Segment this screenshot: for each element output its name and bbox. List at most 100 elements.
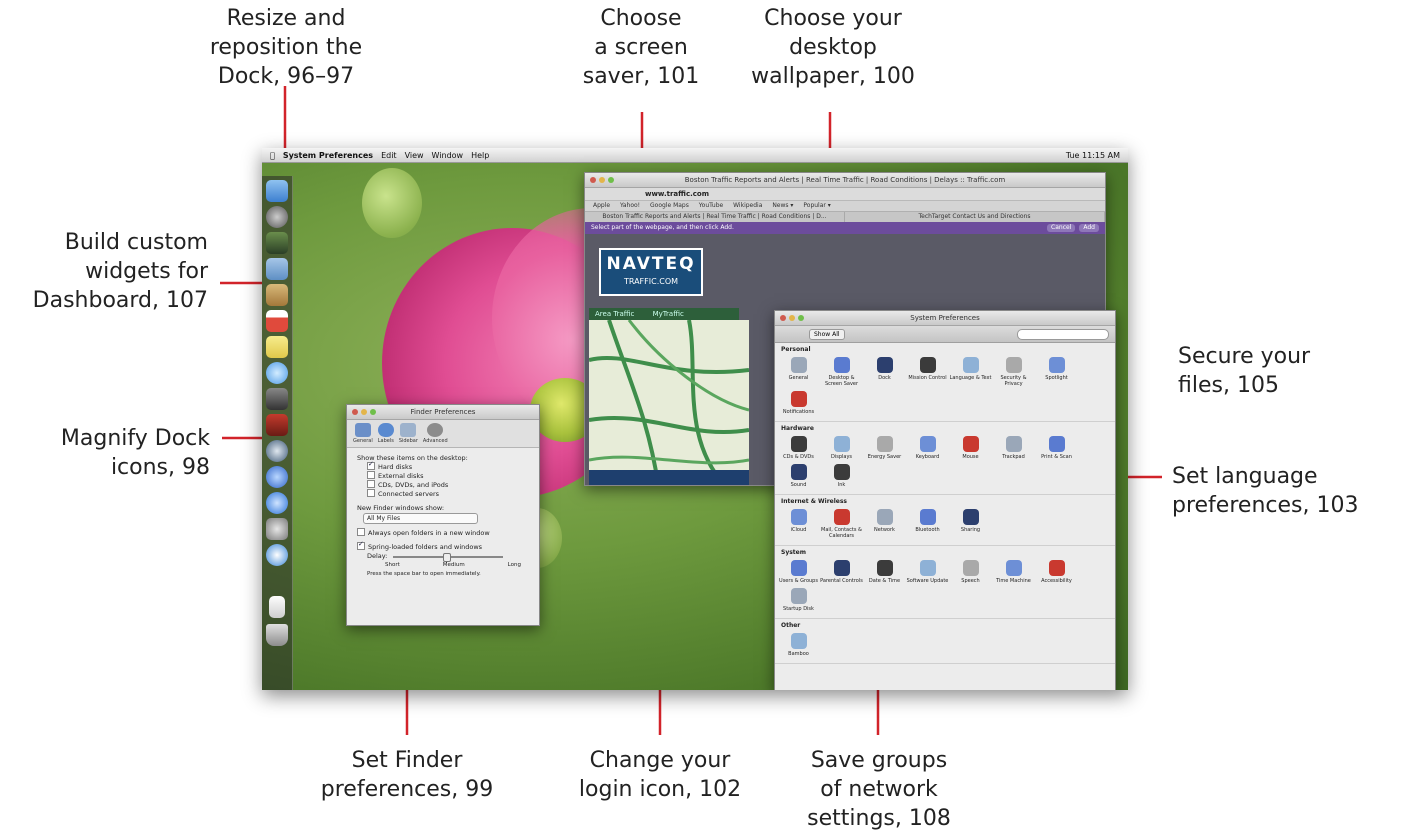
syspref-search-input[interactable] (1017, 329, 1109, 340)
mission-control-dock-icon[interactable] (266, 232, 288, 254)
tab-techtarget[interactable]: TechTarget Contact Us and Directions (845, 212, 1105, 222)
new-windows-select[interactable]: All My Files (363, 513, 478, 524)
system-preferences-window: System Preferences Show All Personal Gene… (774, 310, 1116, 690)
spring-loaded-option[interactable]: Spring-loaded folders and windows (357, 540, 529, 552)
syspref-pane-label: Displays (830, 454, 853, 460)
tab-traffic[interactable]: Boston Traffic Reports and Alerts | Real… (585, 212, 845, 222)
add-button[interactable]: Add (1079, 224, 1099, 232)
syspref-pane-icon (962, 357, 979, 373)
finder-tab-sidebar[interactable]: Sidebar (399, 423, 418, 444)
address-bar[interactable]: www.traffic.com (585, 188, 1105, 201)
calendar-dock-icon[interactable] (266, 310, 288, 332)
syspref-pane-item[interactable]: Mail, Contacts & Calendars (820, 507, 863, 539)
syspref-pane-item[interactable]: Sound (777, 462, 820, 488)
syspref-pane-item[interactable]: Security & Privacy (992, 355, 1035, 387)
apple-menu-icon[interactable]:  (270, 151, 275, 160)
facetime-dock-icon[interactable] (266, 388, 288, 410)
window-controls[interactable] (780, 315, 804, 321)
menu-edit[interactable]: Edit (381, 151, 397, 160)
trash-dock-icon[interactable] (266, 624, 288, 646)
dashboard-dock-icon[interactable] (266, 440, 288, 462)
contacts-dock-icon[interactable] (266, 284, 288, 306)
window-controls[interactable] (352, 409, 376, 415)
bookmark-item[interactable]: News ▾ (772, 202, 793, 209)
syspref-pane-item[interactable]: General (777, 355, 820, 387)
bookmark-item[interactable]: Apple (593, 202, 610, 209)
show-all-button[interactable]: Show All (809, 329, 845, 340)
menu-app-name[interactable]: System Preferences (283, 151, 373, 160)
itunes-dock-icon[interactable] (266, 466, 288, 488)
delay-slider[interactable] (393, 552, 504, 562)
photo-booth-dock-icon[interactable] (266, 414, 288, 436)
syspref-pane-item[interactable]: Ink (820, 462, 863, 488)
menu-clock[interactable]: Tue 11:15 AM (1066, 151, 1120, 160)
finder-tab-advanced[interactable]: Advanced (423, 423, 448, 444)
syspref-pane-item[interactable]: Users & Groups (777, 558, 820, 584)
syspref-pane-item[interactable]: Displays (820, 434, 863, 460)
syspref-pane-item[interactable]: CDs & DVDs (777, 434, 820, 460)
cancel-button[interactable]: Cancel (1047, 224, 1076, 232)
syspref-pane-item[interactable]: Time Machine (992, 558, 1035, 584)
syspref-pane-item[interactable]: Bamboo (777, 631, 820, 657)
syspref-pane-item[interactable]: iCloud (777, 507, 820, 539)
syspref-pane-item[interactable]: Mouse (949, 434, 992, 460)
bookmarks-bar: Apple Yahoo! Google Maps YouTube Wikiped… (585, 201, 1105, 212)
desktop-item-checkbox[interactable]: CDs, DVDs, and iPods (367, 480, 529, 490)
syspref-pane-item[interactable]: Print & Scan (1035, 434, 1078, 460)
syspref-pane-item[interactable]: Network (863, 507, 906, 539)
desktop-item-checkbox[interactable]: External disks (367, 471, 529, 481)
desktop-item-checkbox[interactable]: Hard disks (367, 460, 529, 472)
messages-dock-icon[interactable] (266, 362, 288, 384)
finder-titlebar: Finder Preferences (347, 405, 539, 420)
bookmark-item[interactable]: Popular ▾ (803, 202, 830, 209)
desktop-item-checkbox[interactable]: Connected servers (367, 489, 529, 499)
notes-dock-icon[interactable] (266, 336, 288, 358)
navteq-logo[interactable]: NAVTEQ TRAFFIC.COM (599, 248, 703, 296)
syspref-pane-item[interactable]: Dock (863, 355, 906, 387)
app-store-dock-icon[interactable] (266, 492, 288, 514)
syspref-pane-item[interactable]: Software Update (906, 558, 949, 584)
tab-mytraffic[interactable]: MyTraffic (653, 310, 684, 318)
browser-titlebar: Boston Traffic Reports and Alerts | Real… (585, 173, 1105, 188)
system-preferences-dock-icon[interactable] (266, 518, 288, 540)
syspref-pane-item[interactable]: Spotlight (1035, 355, 1078, 387)
syspref-pane-item[interactable]: Energy Saver (863, 434, 906, 460)
syspref-pane-item[interactable]: Date & Time (863, 558, 906, 584)
syspref-pane-icon (1048, 436, 1065, 452)
bookmark-item[interactable]: Wikipedia (733, 202, 762, 209)
bookmark-item[interactable]: Google Maps (650, 202, 689, 209)
tab-area-traffic[interactable]: Area Traffic (595, 310, 634, 318)
open-folders-option[interactable]: Always open folders in a new window (357, 528, 529, 538)
menu-help[interactable]: Help (471, 151, 489, 160)
syspref-pane-item[interactable]: Keyboard (906, 434, 949, 460)
address-url[interactable]: www.traffic.com (645, 190, 709, 198)
syspref-pane-item[interactable]: Accessibility (1035, 558, 1078, 584)
safari-dock-icon[interactable] (266, 544, 288, 566)
syspref-pane-item[interactable]: Language & Text (949, 355, 992, 387)
syspref-pane-item[interactable]: Speech (949, 558, 992, 584)
syspref-pane-item[interactable]: Bluetooth (906, 507, 949, 539)
finder-general-pane: Show these items on the desktop: Hard di… (347, 448, 539, 585)
menu-window[interactable]: Window (432, 151, 464, 160)
syspref-pane-item[interactable]: Desktop & Screen Saver (820, 355, 863, 387)
traffic-map[interactable] (589, 320, 749, 486)
bookmark-item[interactable]: YouTube (699, 202, 723, 209)
bookmark-item[interactable]: Yahoo! (620, 202, 640, 209)
syspref-pane-item[interactable]: Parental Controls (820, 558, 863, 584)
launchpad-dock-icon[interactable] (266, 206, 288, 228)
syspref-pane-item[interactable]: Trackpad (992, 434, 1035, 460)
menu-view[interactable]: View (405, 151, 424, 160)
syspref-pane-item[interactable]: Sharing (949, 507, 992, 539)
syspref-pane-item[interactable]: Startup Disk (777, 586, 820, 612)
mail-dock-icon[interactable] (266, 258, 288, 280)
finder-tab-general[interactable]: General (353, 423, 373, 444)
syspref-section-heading: Personal (781, 346, 811, 353)
document-dock-icon[interactable] (269, 596, 285, 618)
finder-dock-icon[interactable] (266, 180, 288, 202)
syspref-pane-item[interactable]: Notifications (777, 389, 820, 415)
finder-tab-labels[interactable]: Labels (378, 423, 394, 444)
syspref-section-row: CDs & DVDs Displays Energy Saver Keyboard Mo… (775, 432, 1115, 495)
syspref-pane-item[interactable]: Mission Control (906, 355, 949, 387)
space-bar-hint: Press the space bar to open immediately. (367, 571, 481, 577)
window-controls[interactable] (590, 177, 614, 183)
